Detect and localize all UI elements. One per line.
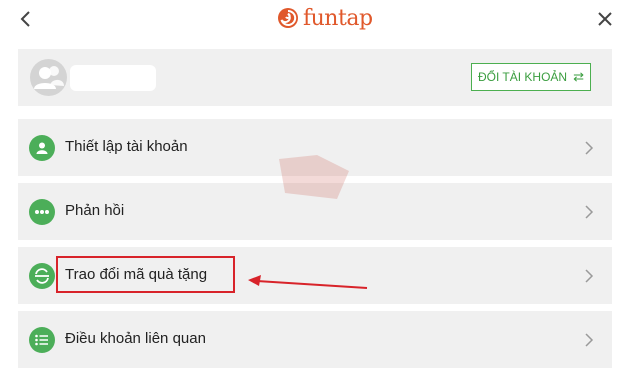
chevron-left-icon bbox=[20, 11, 30, 27]
logo-text: funtap bbox=[303, 5, 373, 31]
swap-arrows-icon: ⇄ bbox=[573, 69, 585, 84]
username-field bbox=[70, 65, 156, 91]
close-icon bbox=[598, 12, 612, 26]
funtap-logo: funtap bbox=[277, 4, 373, 32]
swirl-logo-icon bbox=[278, 8, 298, 28]
chevron-right-icon bbox=[585, 269, 594, 283]
chevron-right-icon bbox=[585, 141, 594, 155]
annotation-highlight-box bbox=[56, 256, 235, 293]
menu-item-label: Phản hồi bbox=[65, 202, 125, 219]
menu-item-label: Thiết lập tài khoản bbox=[65, 138, 188, 155]
more-dots-icon bbox=[29, 199, 55, 225]
account-row: ĐỔI TÀI KHOẢN ⇄ bbox=[18, 49, 612, 106]
users-avatar-icon bbox=[34, 66, 64, 89]
menu-item-label: Điều khoản liên quan bbox=[65, 330, 206, 347]
chevron-right-icon bbox=[585, 205, 594, 219]
avatar[interactable] bbox=[30, 59, 67, 96]
close-button[interactable] bbox=[592, 6, 618, 32]
list-icon bbox=[29, 327, 55, 353]
annotation-arrow-icon bbox=[248, 275, 368, 289]
watermark-logo bbox=[279, 155, 349, 199]
user-icon bbox=[29, 135, 55, 161]
switch-account-button[interactable]: ĐỔI TÀI KHOẢN ⇄ bbox=[471, 63, 591, 91]
back-button[interactable] bbox=[12, 7, 38, 31]
menu-item-terms[interactable]: Điều khoản liên quan bbox=[18, 311, 612, 368]
top-bar: funtap bbox=[0, 0, 630, 38]
switch-account-label: ĐỔI TÀI KHOẢN bbox=[477, 70, 568, 84]
exchange-icon bbox=[29, 263, 55, 289]
chevron-right-icon bbox=[585, 333, 594, 347]
